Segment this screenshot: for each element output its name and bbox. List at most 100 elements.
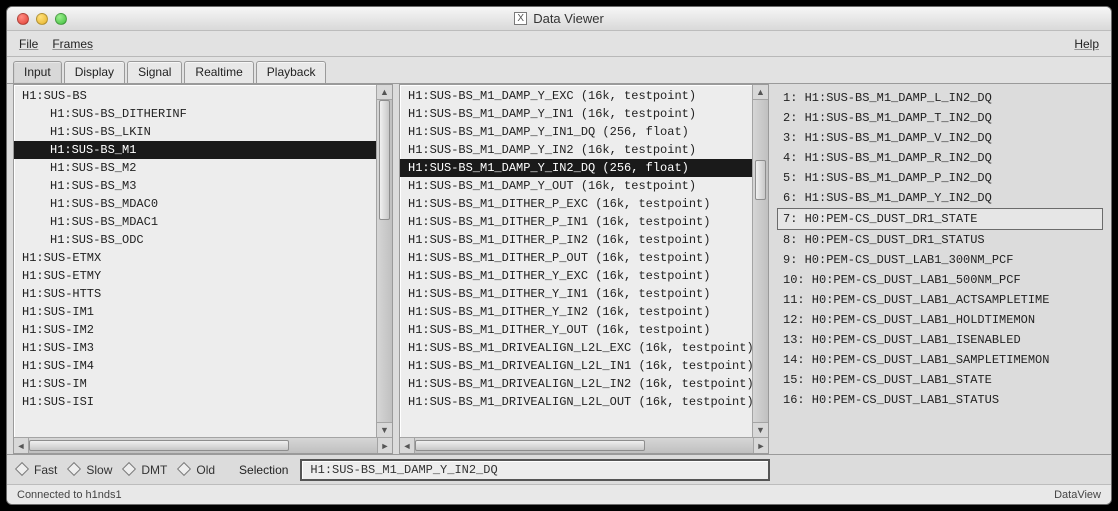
list-item[interactable]: H1:SUS-IM2 [14,321,376,339]
selected-item[interactable]: 15: H0:PEM-CS_DUST_LAB1_STATE [777,370,1103,390]
tab-input[interactable]: Input [13,61,62,83]
list-item[interactable]: H1:SUS-IM1 [14,303,376,321]
scroll-down-icon[interactable]: ▼ [753,422,768,437]
list-item[interactable]: H1:SUS-IM [14,375,376,393]
list-item[interactable]: H1:SUS-BS_M1_DAMP_Y_IN2 (16k, testpoint) [400,141,752,159]
selected-item[interactable]: 3: H1:SUS-BS_M1_DAMP_V_IN2_DQ [777,128,1103,148]
scroll-thumb[interactable] [755,160,766,200]
app-window: X Data Viewer File Frames Help InputDisp… [6,6,1112,505]
scrollbar-horizontal[interactable]: ◄ ► [14,437,392,453]
selected-item[interactable]: 7: H0:PEM-CS_DUST_DR1_STATE [777,208,1103,230]
scroll-thumb[interactable] [379,100,390,220]
list-item[interactable]: H1:SUS-BS_M1_DAMP_Y_IN1_DQ (256, float) [400,123,752,141]
radio-slow[interactable]: Slow [69,463,112,477]
selected-item[interactable]: 5: H1:SUS-BS_M1_DAMP_P_IN2_DQ [777,168,1103,188]
list-item[interactable]: H1:SUS-BS_M1_DAMP_Y_IN1 (16k, testpoint) [400,105,752,123]
selected-item[interactable]: 11: H0:PEM-CS_DUST_LAB1_ACTSAMPLETIME [777,290,1103,310]
status-left: Connected to h1nds1 [17,489,122,501]
list-item[interactable]: H1:SUS-BS_M1_DITHER_Y_IN2 (16k, testpoin… [400,303,752,321]
channel-tree-list[interactable]: H1:SUS-BSH1:SUS-BS_DITHERINFH1:SUS-BS_LK… [14,85,376,437]
selected-item[interactable]: 9: H0:PEM-CS_DUST_LAB1_300NM_PCF [777,250,1103,270]
diamond-icon [177,461,191,475]
list-item[interactable]: H1:SUS-BS_M1_DRIVEALIGN_L2L_EXC (16k, te… [400,339,752,357]
tab-display[interactable]: Display [64,61,125,83]
list-item[interactable]: H1:SUS-BS_M1_DITHER_P_EXC (16k, testpoin… [400,195,752,213]
selected-item[interactable]: 12: H0:PEM-CS_DUST_LAB1_HOLDTIMEMON [777,310,1103,330]
scroll-up-icon[interactable]: ▲ [753,85,768,100]
scrollbar-horizontal[interactable]: ◄ ► [400,437,768,453]
selected-item[interactable]: 6: H1:SUS-BS_M1_DAMP_Y_IN2_DQ [777,188,1103,208]
panel-channel-tree: H1:SUS-BSH1:SUS-BS_DITHERINFH1:SUS-BS_LK… [13,84,393,454]
scroll-thumb[interactable] [29,440,289,451]
scrollbar-vertical[interactable]: ▲ ▼ [752,85,768,437]
selected-item[interactable]: 13: H0:PEM-CS_DUST_LAB1_ISENABLED [777,330,1103,350]
list-item[interactable]: H1:SUS-BS_LKIN [14,123,376,141]
selected-item[interactable]: 16: H0:PEM-CS_DUST_LAB1_STATUS [777,390,1103,410]
selected-channel-list[interactable]: 1: H1:SUS-BS_M1_DAMP_L_IN2_DQ2: H1:SUS-B… [775,84,1105,414]
list-item[interactable]: H1:SUS-BS_M1_DAMP_Y_OUT (16k, testpoint) [400,177,752,195]
scroll-thumb[interactable] [415,440,645,451]
scroll-right-icon[interactable]: ► [377,438,392,453]
selected-item[interactable]: 4: H1:SUS-BS_M1_DAMP_R_IN2_DQ [777,148,1103,168]
diamond-icon [67,461,81,475]
close-icon[interactable] [17,13,29,25]
tab-signal[interactable]: Signal [127,61,182,83]
radio-fast[interactable]: Fast [17,463,57,477]
titlebar: X Data Viewer [7,7,1111,31]
minimize-icon[interactable] [36,13,48,25]
scroll-up-icon[interactable]: ▲ [377,85,392,100]
tab-playback[interactable]: Playback [256,61,327,83]
list-item[interactable]: H1:SUS-ISI [14,393,376,411]
list-item[interactable]: H1:SUS-BS_M1_DITHER_Y_EXC (16k, testpoin… [400,267,752,285]
status-bar: Connected to h1nds1 DataView [7,484,1111,504]
channel-detail-list[interactable]: H1:SUS-BS_M1_DAMP_Y_EXC (16k, testpoint)… [400,85,752,437]
selected-item[interactable]: 8: H0:PEM-CS_DUST_DR1_STATUS [777,230,1103,250]
selection-input[interactable]: H1:SUS-BS_M1_DAMP_Y_IN2_DQ [300,459,770,481]
list-item[interactable]: H1:SUS-BS_M1_DAMP_Y_IN2_DQ (256, float) [400,159,752,177]
zoom-icon[interactable] [55,13,67,25]
radio-old[interactable]: Old [179,463,215,477]
scrollbar-vertical[interactable]: ▲ ▼ [376,85,392,437]
scroll-left-icon[interactable]: ◄ [14,438,29,453]
tab-realtime[interactable]: Realtime [184,61,253,83]
status-right: DataView [1054,489,1101,501]
list-item[interactable]: H1:SUS-IM3 [14,339,376,357]
list-item[interactable]: H1:SUS-BS_M1_DITHER_Y_OUT (16k, testpoin… [400,321,752,339]
tab-row: InputDisplaySignalRealtimePlayback [7,57,1111,83]
list-item[interactable]: H1:SUS-BS_MDAC0 [14,195,376,213]
list-item[interactable]: H1:SUS-ETMY [14,267,376,285]
list-item[interactable]: H1:SUS-BS_DITHERINF [14,105,376,123]
selected-item[interactable]: 1: H1:SUS-BS_M1_DAMP_L_IN2_DQ [777,88,1103,108]
list-item[interactable]: H1:SUS-BS_ODC [14,231,376,249]
list-item[interactable]: H1:SUS-IM4 [14,357,376,375]
scroll-left-icon[interactable]: ◄ [400,438,415,453]
selection-value: H1:SUS-BS_M1_DAMP_Y_IN2_DQ [310,463,497,477]
selected-item[interactable]: 14: H0:PEM-CS_DUST_LAB1_SAMPLETIMEMON [777,350,1103,370]
list-item[interactable]: H1:SUS-ETMX [14,249,376,267]
menu-help[interactable]: Help [1074,37,1099,51]
content-area: H1:SUS-BSH1:SUS-BS_DITHERINFH1:SUS-BS_LK… [7,83,1111,454]
selected-item[interactable]: 10: H0:PEM-CS_DUST_LAB1_500NM_PCF [777,270,1103,290]
panel-channel-list: H1:SUS-BS_M1_DAMP_Y_EXC (16k, testpoint)… [399,84,769,454]
list-item[interactable]: H1:SUS-BS_M1_DRIVEALIGN_L2L_OUT (16k, te… [400,393,752,411]
list-item[interactable]: H1:SUS-BS_M1_DITHER_P_IN1 (16k, testpoin… [400,213,752,231]
list-item[interactable]: H1:SUS-BS_M3 [14,177,376,195]
menu-frames[interactable]: Frames [52,37,93,51]
selected-item[interactable]: 2: H1:SUS-BS_M1_DAMP_T_IN2_DQ [777,108,1103,128]
list-item[interactable]: H1:SUS-BS_M1_DRIVEALIGN_L2L_IN2 (16k, te… [400,375,752,393]
panel-selected-channels: 1: H1:SUS-BS_M1_DAMP_L_IN2_DQ2: H1:SUS-B… [775,84,1105,454]
list-item[interactable]: H1:SUS-BS_M2 [14,159,376,177]
radio-dmt[interactable]: DMT [124,463,167,477]
list-item[interactable]: H1:SUS-BS_M1_DITHER_Y_IN1 (16k, testpoin… [400,285,752,303]
list-item[interactable]: H1:SUS-BS_M1 [14,141,376,159]
list-item[interactable]: H1:SUS-HTTS [14,285,376,303]
list-item[interactable]: H1:SUS-BS [14,87,376,105]
list-item[interactable]: H1:SUS-BS_M1_DAMP_Y_EXC (16k, testpoint) [400,87,752,105]
scroll-down-icon[interactable]: ▼ [377,422,392,437]
scroll-right-icon[interactable]: ► [753,438,768,453]
list-item[interactable]: H1:SUS-BS_M1_DITHER_P_OUT (16k, testpoin… [400,249,752,267]
list-item[interactable]: H1:SUS-BS_MDAC1 [14,213,376,231]
list-item[interactable]: H1:SUS-BS_M1_DITHER_P_IN2 (16k, testpoin… [400,231,752,249]
menu-file[interactable]: File [19,37,38,51]
list-item[interactable]: H1:SUS-BS_M1_DRIVEALIGN_L2L_IN1 (16k, te… [400,357,752,375]
